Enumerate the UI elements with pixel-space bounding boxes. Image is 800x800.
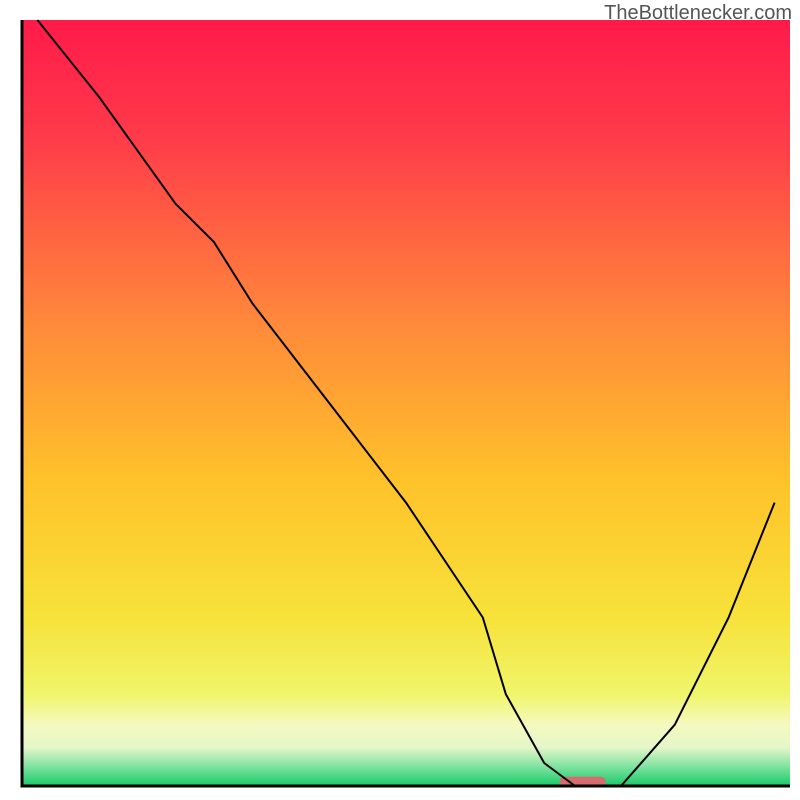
chart-container: TheBottlenecker.com: [0, 0, 800, 800]
bottleneck-chart: [0, 0, 800, 800]
watermark-text: TheBottlenecker.com: [604, 2, 792, 25]
gradient-background: [22, 20, 790, 786]
